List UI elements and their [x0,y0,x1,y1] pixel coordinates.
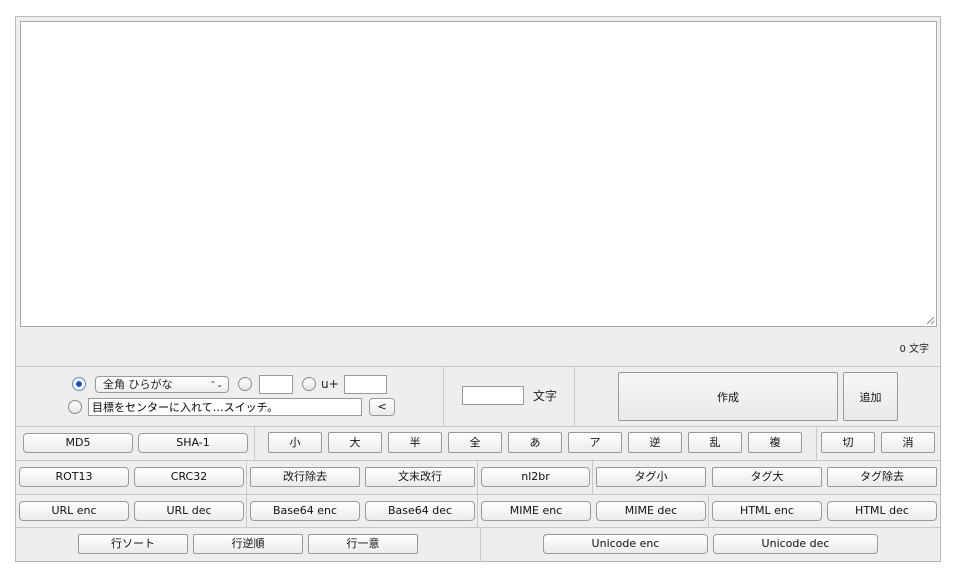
url-encode-button[interactable]: URL enc [19,501,129,521]
divider [477,460,478,494]
md5-button[interactable]: MD5 [23,433,133,453]
base64-decode-button[interactable]: Base64 dec [365,501,475,521]
unicode-radio[interactable] [302,377,316,391]
crc32-button[interactable]: CRC32 [134,467,244,487]
insert-arrow-button[interactable]: < [369,398,395,416]
length-input[interactable] [462,386,524,405]
divider [16,494,940,495]
divider [16,527,940,528]
divider [480,527,481,562]
select-arrows-icon: ⌃⌄ [209,380,223,389]
mode-radio[interactable] [72,377,86,391]
base64-encode-button[interactable]: Base64 enc [250,501,360,521]
large-button[interactable]: 大 [328,432,382,453]
half-width-button[interactable]: 半 [388,432,442,453]
unicode-input[interactable] [344,375,387,394]
divider [477,494,478,527]
duplicate-button[interactable]: 複 [748,432,802,453]
mode-select-value: 全角 ひらがな [103,378,173,391]
char-count: 0 文字 [899,344,929,355]
divider [592,460,593,494]
mime-encode-button[interactable]: MIME enc [481,501,591,521]
divider [443,366,444,426]
create-button[interactable]: 作成 [618,372,838,421]
length-unit-label: 文字 [533,389,558,403]
text-radio[interactable] [68,400,82,414]
tag-lower-button[interactable]: タグ小 [596,467,706,487]
reverse-button[interactable]: 逆 [628,432,682,453]
tag-remove-button[interactable]: タグ除去 [827,467,937,487]
divider [708,494,709,527]
full-width-button[interactable]: 全 [448,432,502,453]
divider [816,426,817,460]
unicode-decode-button[interactable]: Unicode dec [713,534,878,554]
html-decode-button[interactable]: HTML dec [827,501,937,521]
unicode-prefix-label: u+ [321,377,339,391]
divider [16,426,940,427]
add-button[interactable]: 追加 [843,372,898,421]
main-textarea[interactable] [20,21,937,327]
unicode-encode-button[interactable]: Unicode enc [543,534,708,554]
random-button[interactable]: 乱 [688,432,742,453]
divider [16,366,940,367]
erase-button[interactable]: 消 [881,432,935,453]
line-reverse-button[interactable]: 行逆順 [193,534,303,554]
katakana-button[interactable]: ア [568,432,622,453]
resize-grip-icon[interactable] [925,315,935,325]
small-button[interactable]: 小 [268,432,322,453]
sha1-button[interactable]: SHA-1 [138,433,248,453]
mode-select[interactable]: 全角 ひらがな ⌃⌄ [95,376,229,393]
remove-newlines-button[interactable]: 改行除去 [250,467,360,487]
sentence-newline-button[interactable]: 文末改行 [365,467,475,487]
url-decode-button[interactable]: URL dec [134,501,244,521]
tag-upper-button[interactable]: タグ大 [712,467,822,487]
html-encode-button[interactable]: HTML enc [712,501,822,521]
line-unique-button[interactable]: 行一意 [308,534,418,554]
divider [254,426,255,460]
nl2br-button[interactable]: nl2br [481,467,590,487]
line-sort-button[interactable]: 行ソート [78,534,188,554]
mime-decode-button[interactable]: MIME dec [596,501,706,521]
code-input[interactable] [259,375,293,394]
code-radio[interactable] [238,377,252,391]
divider [574,366,575,426]
hiragana-button[interactable]: あ [508,432,562,453]
template-text-input[interactable] [88,398,362,416]
cut-button[interactable]: 切 [821,432,875,453]
divider [16,460,940,461]
divider [246,460,247,527]
rot13-button[interactable]: ROT13 [19,467,129,487]
